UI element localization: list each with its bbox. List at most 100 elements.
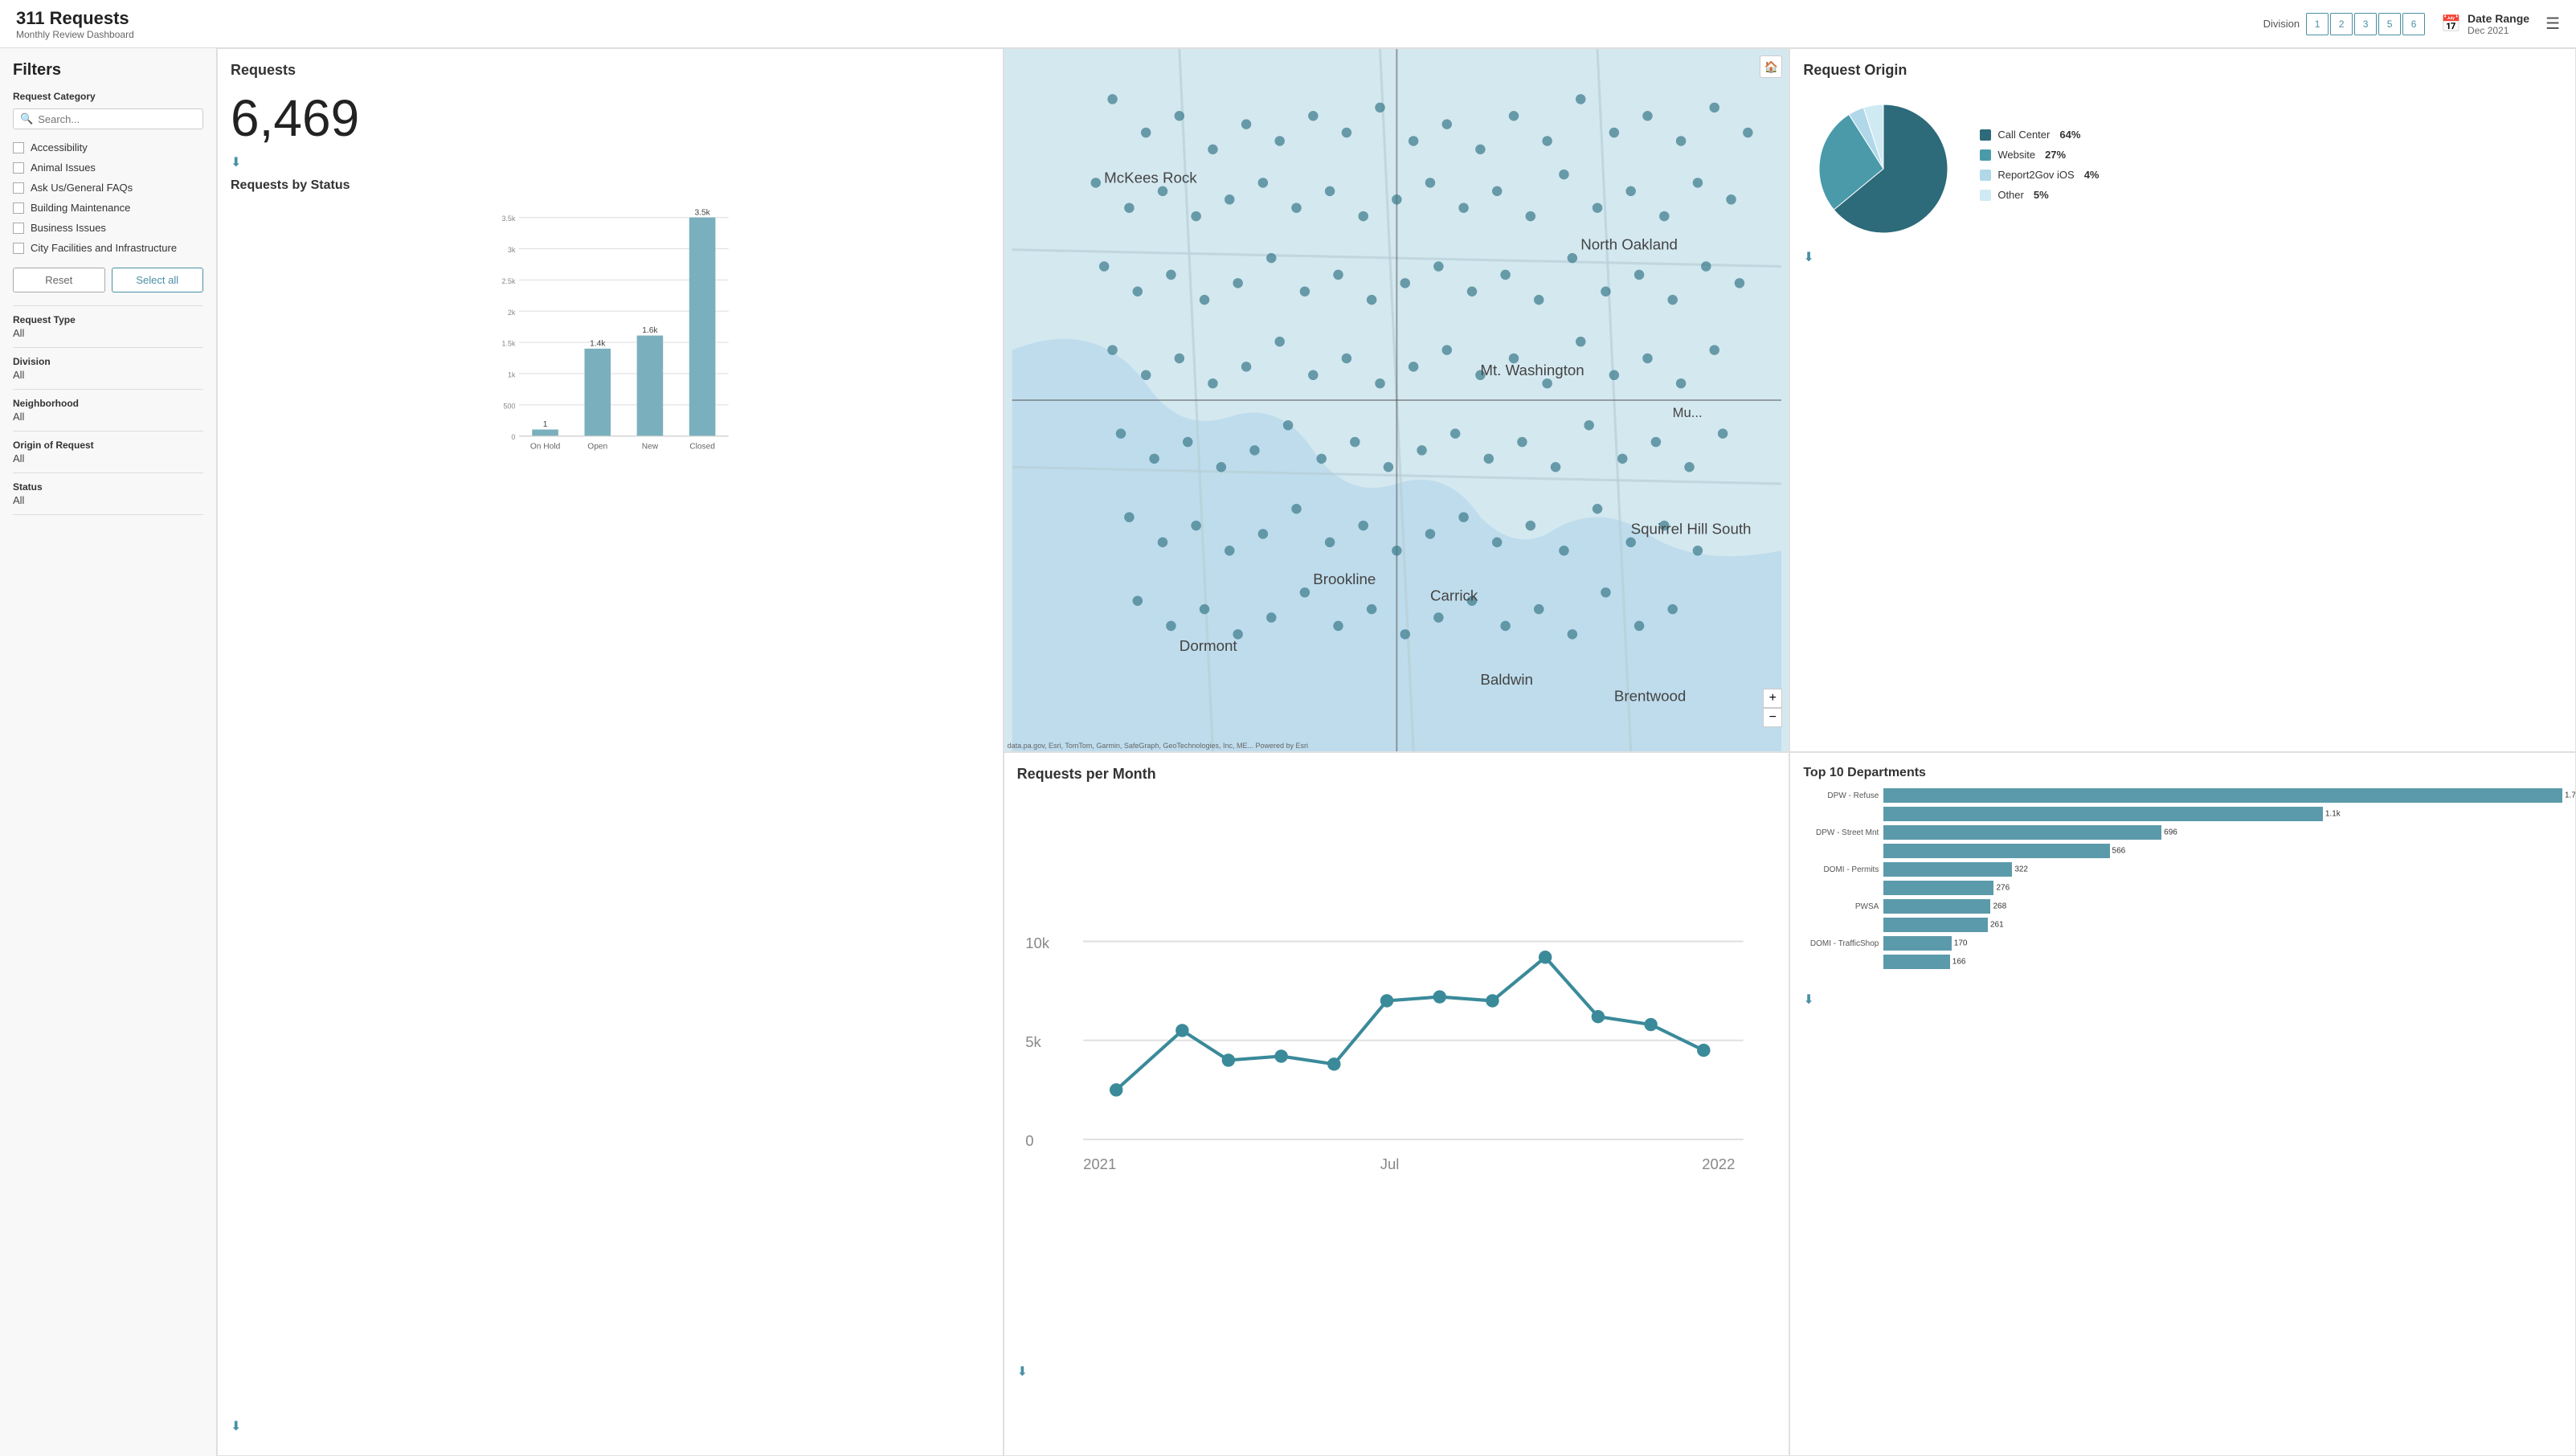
top10-bar-label: DPW - Street Mnt (1803, 828, 1883, 837)
top10-bar-track: 170 (1883, 936, 2562, 951)
filter-checkbox[interactable] (13, 202, 24, 214)
reset-button[interactable]: Reset (13, 268, 105, 292)
download-requests-icon[interactable]: ⬇ (231, 154, 990, 170)
division-button-1[interactable]: 1 (2306, 13, 2329, 35)
filter-item: Business Issues (13, 218, 203, 238)
filter-checkbox[interactable] (13, 243, 24, 254)
svg-text:Dormont: Dormont (1179, 637, 1237, 654)
svg-text:2.5k: 2.5k (501, 277, 516, 285)
filter-group-title: Neighborhood (13, 398, 203, 409)
pie-legend-container: Call Center64%Website27%Report2Gov iOS4%… (1803, 88, 2562, 249)
division-button-5[interactable]: 5 (2378, 13, 2401, 35)
line-chart-svg: 10k 5k 0 2021 Jul 2022 (1017, 786, 1777, 1361)
map-background: McKees Rock North Oakland Mt. Washington… (1004, 49, 1789, 751)
top10-bar-track: 268 (1883, 899, 2562, 914)
svg-text:1.6k: 1.6k (642, 326, 658, 335)
svg-text:Jul: Jul (1380, 1155, 1399, 1172)
top10-bar-row: DPW - Refuse 1.7k (1803, 788, 2562, 803)
top10-bar-track: 322 (1883, 862, 2562, 877)
svg-text:1: 1 (543, 420, 548, 429)
requests-panel: Requests 6,469 ⬇ Requests by Status 3.5k… (217, 48, 1004, 1456)
legend-label: Report2Gov iOS (1997, 169, 2074, 181)
legend-pct: 27% (2045, 149, 2066, 161)
top10-bar-fill (1883, 825, 2161, 840)
zoom-in-button[interactable]: + (1763, 689, 1782, 708)
zoom-out-button[interactable]: − (1763, 708, 1782, 727)
filter-checkbox[interactable] (13, 182, 24, 194)
line-chart-title: Requests per Month (1017, 766, 1777, 783)
filter-label: Business Issues (31, 222, 106, 234)
download-origin-icon[interactable]: ⬇ (1803, 249, 2562, 265)
division-button-6[interactable]: 6 (2402, 13, 2425, 35)
top10-bar-label: DOMI - Permits (1803, 865, 1883, 874)
top10-bar-row: DOMI - Permits 322 (1803, 862, 2562, 877)
filter-list: AccessibilityAnimal IssuesAsk Us/General… (13, 137, 203, 258)
top10-panel: Top 10 Departments DPW - Refuse 1.7k 1.1… (1789, 752, 2576, 1456)
app-title: 311 Requests (16, 8, 134, 29)
bar-chart-title: Requests by Status (231, 178, 990, 193)
division-button-2[interactable]: 2 (2330, 13, 2353, 35)
top10-bar-value: 1.1k (2323, 810, 2341, 819)
top10-bar-fill (1883, 881, 1993, 895)
filter-item: Accessibility (13, 137, 203, 157)
top10-bar-track: 261 (1883, 918, 2562, 932)
filter-group-title: Origin of Request (13, 440, 203, 451)
filter-checkbox[interactable] (13, 162, 24, 174)
map-zoom-buttons: + − (1763, 689, 1782, 727)
download-line-icon[interactable]: ⬇ (1017, 1364, 1777, 1380)
download-bar-icon[interactable]: ⬇ (231, 1418, 990, 1434)
select-all-button[interactable]: Select all (112, 268, 204, 292)
svg-text:0: 0 (511, 433, 515, 441)
search-box[interactable]: 🔍 (13, 108, 203, 129)
filter-label: Ask Us/General FAQs (31, 182, 133, 194)
svg-text:500: 500 (503, 402, 515, 410)
menu-icon[interactable]: ☰ (2545, 14, 2560, 34)
top10-bar-fill (1883, 807, 2323, 821)
svg-text:Closed: Closed (689, 443, 715, 452)
bar-chart-container: 3.5k3k2.5k2k1.5k1k50001On Hold1.4kOpen1.… (231, 199, 990, 472)
svg-text:2021: 2021 (1083, 1155, 1116, 1172)
filter-group: StatusAll (13, 481, 203, 515)
pie-chart-svg (1803, 88, 1964, 249)
filter-actions: Reset Select all (13, 268, 203, 292)
filters-title: Filters (13, 61, 203, 80)
top10-bar-track: 696 (1883, 825, 2562, 840)
search-input[interactable] (38, 113, 196, 125)
legend-label: Other (1997, 189, 2024, 201)
top10-bar-fill (1883, 788, 2562, 803)
calendar-icon: 📅 (2441, 14, 2461, 34)
date-range-section: 📅 Date Range Dec 2021 (2441, 12, 2529, 36)
top10-title: Top 10 Departments (1803, 766, 2562, 780)
bar-chart-svg: 3.5k3k2.5k2k1.5k1k50001On Hold1.4kOpen1.… (231, 199, 990, 472)
top10-bar-track: 276 (1883, 881, 2562, 895)
top10-bar-row: 1.1k (1803, 807, 2562, 821)
filter-checkbox[interactable] (13, 142, 24, 153)
top10-bar-fill (1883, 955, 1949, 969)
header-title-section: 311 Requests Monthly Review Dashboard (16, 8, 134, 40)
svg-text:Brentwood: Brentwood (1614, 688, 1687, 705)
top10-bar-track: 1.1k (1883, 807, 2562, 821)
svg-text:Squirrel Hill South: Squirrel Hill South (1630, 520, 1751, 537)
top10-bar-track: 1.7k (1883, 788, 2562, 803)
line-chart-panel: Requests per Month 10k 5k 0 2021 Jul 202… (1004, 752, 1790, 1456)
legend-item: Call Center64% (1980, 129, 2099, 141)
top10-bar-label: DOMI - TrafficShop (1803, 939, 1883, 948)
svg-text:McKees Rock: McKees Rock (1104, 169, 1197, 186)
filter-checkbox[interactable] (13, 223, 24, 234)
legend-color (1980, 129, 1991, 141)
download-top10-icon[interactable]: ⬇ (1803, 992, 2562, 1008)
top10-bar-row: 261 (1803, 918, 2562, 932)
division-button-3[interactable]: 3 (2354, 13, 2377, 35)
svg-text:0: 0 (1025, 1132, 1033, 1149)
svg-text:Mt. Washington: Mt. Washington (1480, 362, 1584, 378)
svg-text:3.5k: 3.5k (501, 215, 516, 223)
filter-item: City Facilities and Infrastructure (13, 238, 203, 258)
app-subtitle: Monthly Review Dashboard (16, 29, 134, 40)
legend-label: Website (1997, 149, 2035, 161)
request-origin-panel: Request Origin Call Center64%Website27%R… (1789, 48, 2576, 752)
map-home-button[interactable]: 🏠 (1760, 55, 1782, 78)
top10-bar-row: DOMI - TrafficShop 170 (1803, 936, 2562, 951)
top10-bar-fill (1883, 918, 1988, 932)
svg-text:1.5k: 1.5k (501, 340, 516, 348)
svg-text:Mu...: Mu... (1672, 405, 1702, 420)
